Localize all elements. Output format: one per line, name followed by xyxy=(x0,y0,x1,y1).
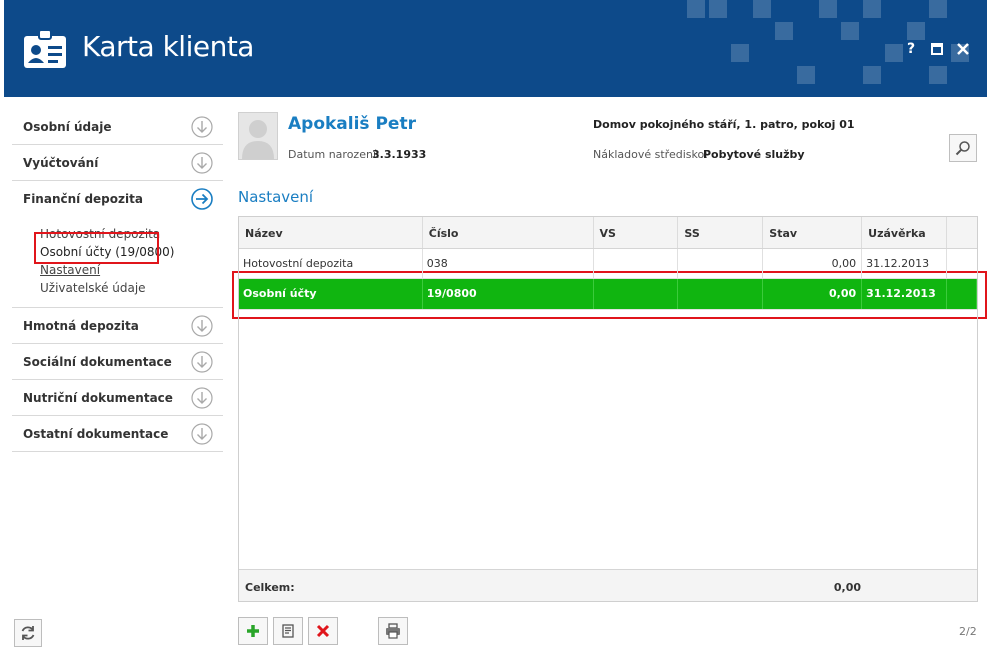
sidebar-item-label: Nutriční dokumentace xyxy=(23,390,173,405)
client-card-icon xyxy=(24,29,66,68)
cell-stav: 0,00 xyxy=(763,279,863,309)
table-row[interactable]: Hotovostní depozita 038 0,00 31.12.2013 xyxy=(239,249,977,279)
sidebar-item-nutricni-dokumentace[interactable]: Nutriční dokumentace xyxy=(12,380,223,416)
chevron-down-circle-icon xyxy=(191,315,213,337)
chevron-down-circle-icon xyxy=(191,387,213,409)
table-header: Název Číslo VS SS Stav Uzávěrka xyxy=(239,217,977,249)
close-icon xyxy=(957,43,969,55)
sidebar-item-label: Hmotná depozita xyxy=(23,318,139,333)
dob-value: 3.3.1933 xyxy=(372,148,427,161)
cell-uzaverka: 31.12.2013 xyxy=(862,249,948,278)
cost-center-value: Pobytové služby xyxy=(703,148,805,161)
column-header-uzaverka[interactable]: Uzávěrka xyxy=(862,217,948,248)
sidebar-item-label: Finanční depozita xyxy=(23,192,143,206)
sidebar-item-vyuctovani[interactable]: Vyúčtování xyxy=(12,145,223,181)
sidebar-item-label: Vyúčtování xyxy=(23,155,99,170)
section-title: Nastavení xyxy=(238,188,314,206)
dob-label: Datum narození: xyxy=(288,148,380,161)
table-footer: Celkem: 0,00 xyxy=(239,569,977,601)
total-value: 0,00 xyxy=(833,581,861,594)
sidebar-item-label: Osobní údaje xyxy=(23,119,112,134)
printer-icon xyxy=(386,623,400,639)
cell-nazev: Hotovostní depozita xyxy=(239,249,423,278)
window-header: Karta klienta ? xyxy=(4,0,987,97)
total-label: Celkem: xyxy=(245,581,295,594)
column-header-cislo[interactable]: Číslo xyxy=(423,217,594,248)
chevron-down-circle-icon xyxy=(191,152,213,174)
add-button[interactable] xyxy=(238,617,268,645)
column-header-empty xyxy=(947,217,977,248)
search-client-button[interactable] xyxy=(949,134,977,162)
client-address: Domov pokojného stáří, 1. patro, pokoj 0… xyxy=(593,118,855,131)
cell-vs xyxy=(594,249,679,278)
avatar xyxy=(238,112,278,160)
sidebar-item-hmotna-depozita[interactable]: Hmotná depozita xyxy=(12,308,223,344)
edit-button[interactable] xyxy=(273,617,303,645)
help-button[interactable]: ? xyxy=(903,40,919,58)
column-header-nazev[interactable]: Název xyxy=(239,217,423,248)
sidebar-item-financni-depozita[interactable]: Finanční depozita xyxy=(12,181,223,217)
sidebar: Osobní údaje Vyúčtování Finanční depozit… xyxy=(12,109,223,452)
maximize-button[interactable] xyxy=(929,40,945,58)
cell-uzaverka: 31.12.2013 xyxy=(862,279,948,309)
delete-x-icon xyxy=(316,624,330,638)
cell-vs xyxy=(594,279,679,309)
cell-cislo: 19/0800 xyxy=(423,279,594,309)
arrow-right-circle-icon xyxy=(191,188,213,210)
client-name: Apokališ Petr xyxy=(288,114,416,134)
plus-icon xyxy=(247,625,259,637)
cell-stav: 0,00 xyxy=(763,249,863,278)
close-button[interactable] xyxy=(955,40,971,58)
sidebar-item-label: Ostatní dokumentace xyxy=(23,426,169,441)
cell-cislo: 038 xyxy=(423,249,594,278)
refresh-icon xyxy=(21,626,35,640)
sidebar-item-osobni-udaje[interactable]: Osobní údaje xyxy=(12,109,223,145)
highlight-box-sidebar xyxy=(34,232,159,264)
subitem-uzivatelske-udaje[interactable]: Uživatelské údaje xyxy=(40,279,223,297)
page-indicator: 2/2 xyxy=(959,625,977,638)
header-pattern xyxy=(687,0,969,84)
sidebar-item-label: Sociální dokumentace xyxy=(23,354,172,369)
document-edit-icon xyxy=(282,624,294,638)
cell-ss xyxy=(678,249,764,278)
cell-ss xyxy=(678,279,764,309)
cell-empty xyxy=(947,249,977,278)
chevron-down-circle-icon xyxy=(191,351,213,373)
window-title: Karta klienta xyxy=(82,30,254,63)
column-header-ss[interactable]: SS xyxy=(678,217,764,248)
cost-center-label: Nákladové středisko: xyxy=(593,148,708,161)
delete-button[interactable] xyxy=(308,617,338,645)
column-header-vs[interactable]: VS xyxy=(594,217,679,248)
maximize-icon xyxy=(931,43,943,55)
chevron-down-circle-icon xyxy=(191,423,213,445)
chevron-down-circle-icon xyxy=(191,116,213,138)
sidebar-item-ostatni-dokumentace[interactable]: Ostatní dokumentace xyxy=(12,416,223,452)
print-button[interactable] xyxy=(378,617,408,645)
search-icon xyxy=(955,141,970,156)
refresh-button[interactable] xyxy=(14,619,42,647)
table-row-selected[interactable]: Osobní účty 19/0800 0,00 31.12.2013 xyxy=(239,279,977,310)
accounts-table: Název Číslo VS SS Stav Uzávěrka Hotovost… xyxy=(238,216,978,602)
column-header-stav[interactable]: Stav xyxy=(763,217,863,248)
cell-nazev: Osobní účty xyxy=(239,279,423,309)
person-silhouette-icon xyxy=(242,120,274,159)
sidebar-item-socialni-dokumentace[interactable]: Sociální dokumentace xyxy=(12,344,223,380)
cell-empty xyxy=(947,279,977,309)
